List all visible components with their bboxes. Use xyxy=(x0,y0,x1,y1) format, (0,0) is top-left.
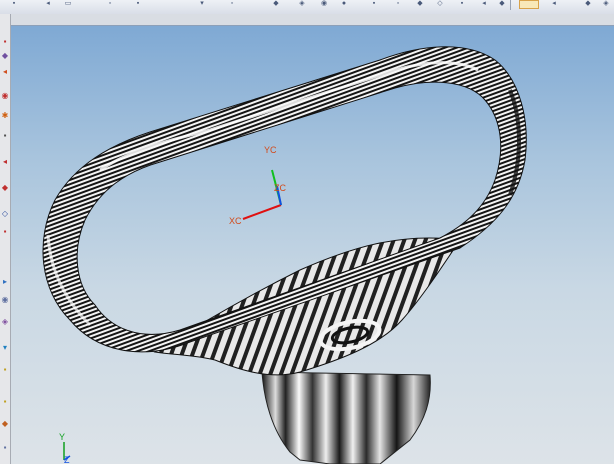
ring-band xyxy=(42,46,527,353)
wcs-z-label: ZC xyxy=(274,183,286,193)
part-model[interactable] xyxy=(0,0,614,464)
abs-y-label: Y xyxy=(59,432,66,442)
wcs-triad xyxy=(242,169,282,220)
cad-application: ▪ ◂ ▭ ▫ ▪ ▾ ▫ ◆ ◈ ◉ ● ▪ ▫ ◆ ◇ ▪ ◂ ◆ ◂ ◆ … xyxy=(0,0,614,464)
abs-z-label: Z xyxy=(64,455,70,464)
wcs-x-axis xyxy=(242,204,282,220)
wcs-x-label: XC xyxy=(229,216,242,226)
wcs-y-label: YC xyxy=(264,145,277,155)
stem-surface xyxy=(261,371,431,464)
